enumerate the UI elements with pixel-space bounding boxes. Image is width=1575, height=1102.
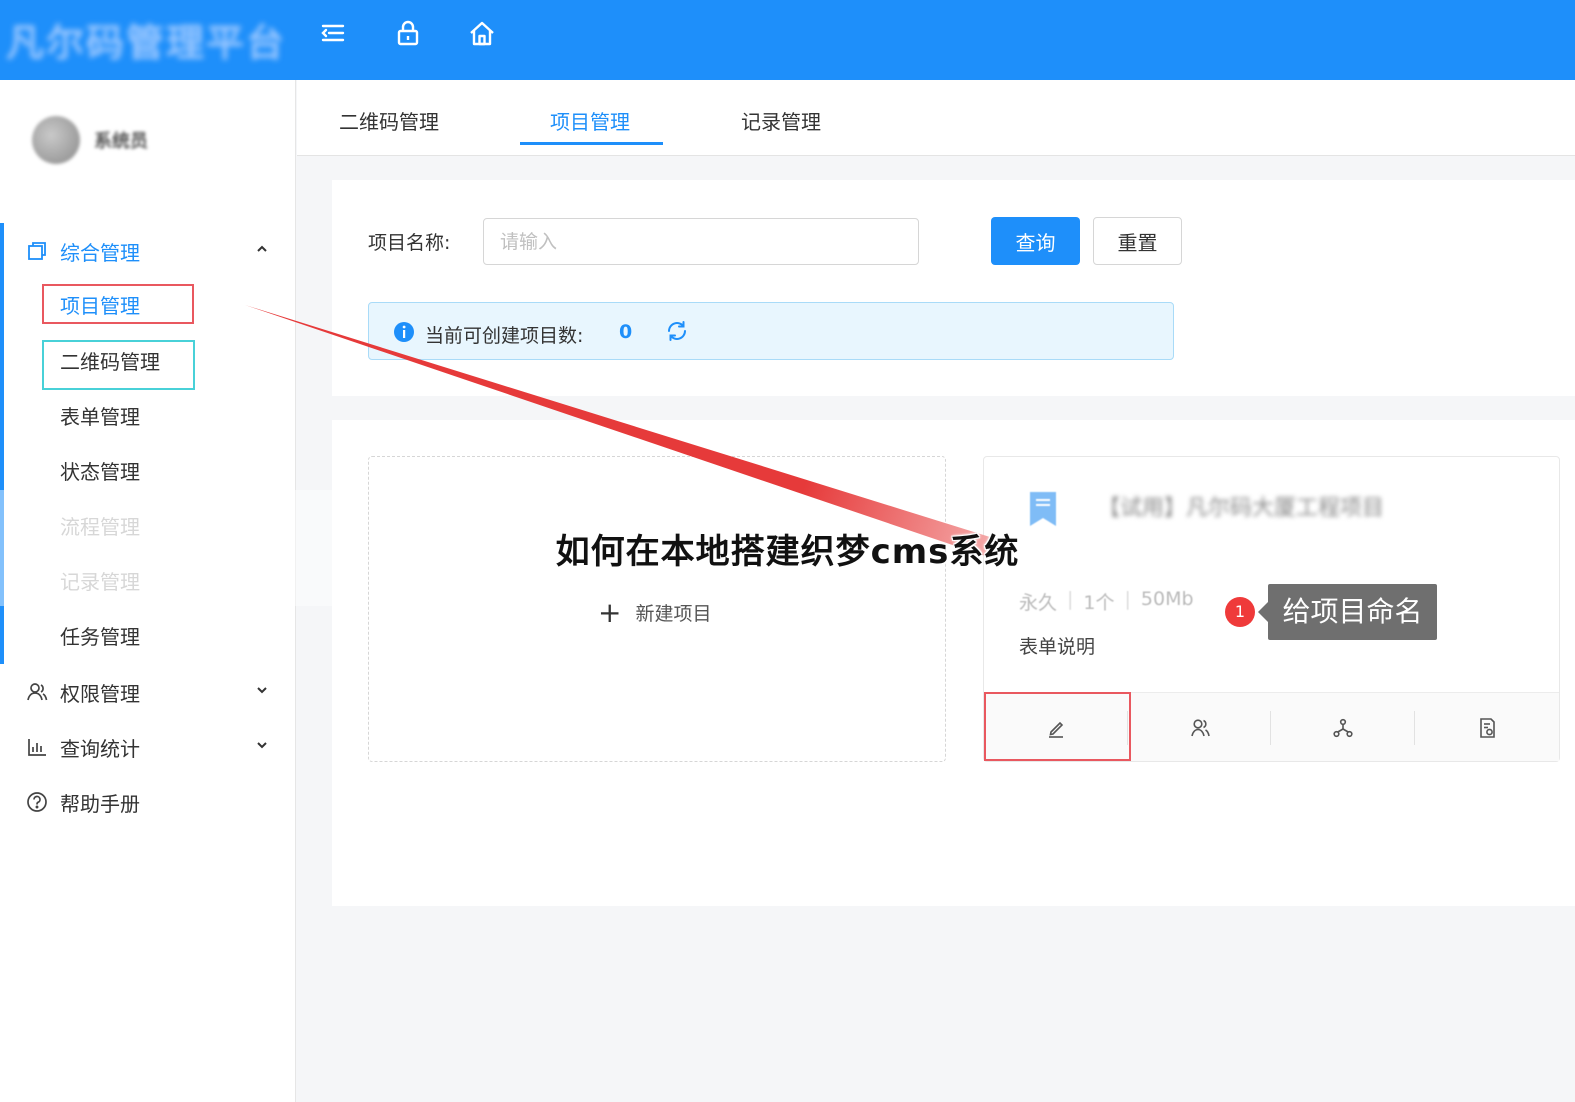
chevron-down-icon <box>257 742 267 749</box>
document-settings-icon <box>1479 717 1495 738</box>
menu-toggle-icon[interactable] <box>318 18 348 48</box>
meta-separator: | <box>1067 588 1074 610</box>
reset-button[interactable]: 重置 <box>1093 217 1182 265</box>
new-project-button[interactable]: + 新建项目 <box>598 596 711 629</box>
menu-group-stats-label: 查询统计 <box>60 736 140 761</box>
network-icon <box>1332 718 1353 737</box>
tooltip-arrow <box>1258 602 1268 622</box>
tab-project[interactable]: 项目管理 <box>550 106 630 135</box>
bar-chart-icon <box>28 739 46 756</box>
help-circle-icon <box>27 792 47 812</box>
tab-bar: 二维码管理 项目管理 记录管理 <box>297 80 1575 156</box>
user-profile[interactable]: 系统员 <box>32 116 148 164</box>
users-icon <box>1190 718 1210 736</box>
top-bar: 凡尔码管理平台 <box>0 0 1575 80</box>
tab-qrcode[interactable]: 二维码管理 <box>339 106 439 135</box>
menu-group-help-label: 帮助手册 <box>60 791 140 816</box>
sidebar-item-task[interactable]: 任务管理 <box>60 617 140 657</box>
highlight-box-edit-button <box>984 692 1131 761</box>
tab-active-underline <box>520 142 663 145</box>
avatar <box>32 116 80 164</box>
info-icon <box>394 322 414 342</box>
chevron-up-icon <box>257 245 267 252</box>
user-name: 系统员 <box>94 131 148 152</box>
menu-group-permission[interactable]: 权限管理 <box>0 664 296 720</box>
tooltip-name-project: 给项目命名 <box>1268 584 1437 640</box>
plus-icon: + <box>598 596 622 629</box>
overlay-caption: 如何在本地搭建织梦cms系统 <box>555 532 1020 572</box>
query-button[interactable]: 查询 <box>991 217 1080 265</box>
project-meta: 永久 | 1个 | 50Mb <box>1019 588 1194 615</box>
meta-separator: | <box>1124 588 1131 610</box>
home-icon[interactable] <box>467 18 497 48</box>
highlight-box-project-menu <box>42 284 194 324</box>
menu-group-general-label: 综合管理 <box>60 240 140 265</box>
app-title: 凡尔码管理平台 <box>6 21 287 65</box>
project-size: 50Mb <box>1140 588 1194 610</box>
project-duration: 永久 <box>1019 592 1058 614</box>
info-text: 当前可创建项目数: <box>425 325 584 347</box>
form-settings-button[interactable] <box>1415 693 1558 762</box>
refresh-icon[interactable] <box>665 319 689 343</box>
menu-group-help[interactable]: 帮助手册 <box>0 774 296 830</box>
project-count: 1个 <box>1083 592 1115 614</box>
users-icon <box>27 683 48 701</box>
project-description: 表单说明 <box>1019 636 1096 658</box>
search-panel <box>332 180 1575 396</box>
menu-group-stats[interactable]: 查询统计 <box>0 719 296 775</box>
highlight-box-qrcode-menu <box>42 340 195 390</box>
menu-group-permission-label: 权限管理 <box>60 681 140 706</box>
menu-group-general[interactable]: 综合管理 <box>0 223 296 279</box>
workflow-button[interactable] <box>1271 693 1414 762</box>
project-name-label: 项目名称: <box>368 232 451 254</box>
bookmark-icon <box>1030 492 1056 526</box>
new-project-label: 新建项目 <box>635 603 712 625</box>
window-icon <box>28 242 46 260</box>
project-title: 【试用】凡尔码大厦工程项目 <box>1098 496 1385 521</box>
info-count: 0 <box>619 321 633 343</box>
project-name-input[interactable] <box>483 218 919 265</box>
step-number-badge: 1 <box>1225 597 1255 627</box>
info-alert: 当前可创建项目数: 0 <box>368 302 1174 360</box>
sidebar-item-form[interactable]: 表单管理 <box>60 397 140 437</box>
chevron-down-icon <box>257 687 267 694</box>
tab-record[interactable]: 记录管理 <box>741 106 821 135</box>
members-button[interactable] <box>1128 693 1271 762</box>
sidebar-item-status[interactable]: 状态管理 <box>60 452 140 492</box>
lock-icon[interactable] <box>393 18 423 48</box>
